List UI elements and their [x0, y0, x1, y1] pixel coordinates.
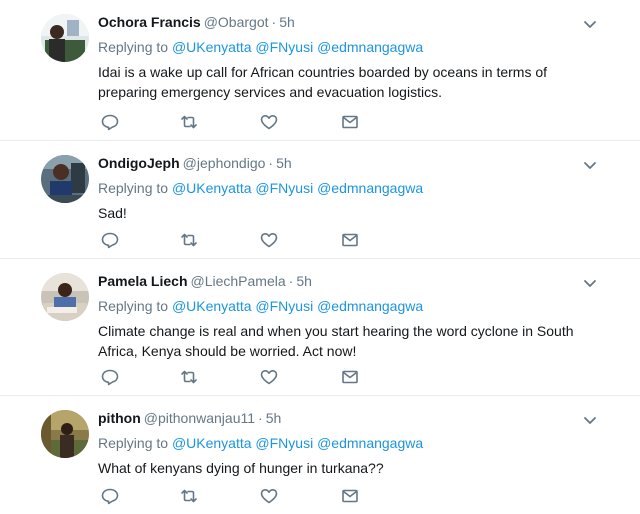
- tweet[interactable]: OndigoJeph @jephondigo · 5h Replying to @UK…: [0, 141, 640, 259]
- author-name[interactable]: pithon: [98, 410, 141, 426]
- reply-timeline: Ochora Francis @Obargot · 5h Replying to @U…: [0, 0, 640, 514]
- replying-to: Replying to @UKenyatta @FNyusi @edmnanga…: [98, 37, 640, 57]
- avatar[interactable]: [41, 14, 89, 62]
- timestamp[interactable]: 5h: [266, 410, 282, 426]
- avatar[interactable]: [41, 155, 89, 203]
- retweet-icon[interactable]: [179, 112, 199, 132]
- mention-link[interactable]: @edmnangagwa: [317, 180, 423, 196]
- author-handle[interactable]: @Obargot: [204, 14, 269, 30]
- direct-message-icon[interactable]: [340, 486, 360, 506]
- like-icon[interactable]: [259, 230, 279, 250]
- chevron-down-icon[interactable]: [582, 412, 598, 428]
- separator-dot: ·: [268, 155, 274, 171]
- separator-dot: ·: [288, 273, 294, 289]
- timestamp[interactable]: 5h: [296, 273, 312, 289]
- mention-link[interactable]: @UKenyatta: [172, 435, 252, 451]
- tweet-header: pithon @pithonwanjau11 · 5h: [98, 408, 640, 428]
- mention-link[interactable]: @UKenyatta: [172, 298, 252, 314]
- tweet-text: Idai is a wake up call for African count…: [98, 64, 548, 100]
- mention-link[interactable]: @FNyusi: [255, 298, 313, 314]
- chevron-down-icon[interactable]: [582, 275, 598, 291]
- like-icon[interactable]: [259, 112, 279, 132]
- timestamp[interactable]: 5h: [279, 14, 295, 30]
- avatar[interactable]: [41, 410, 89, 458]
- replying-label: Replying to: [98, 298, 169, 314]
- tweet[interactable]: pithon @pithonwanjau11 · 5h Replying to @UK…: [0, 396, 640, 514]
- mention-link[interactable]: @UKenyatta: [172, 180, 252, 196]
- tweet-text: Sad!: [98, 205, 127, 221]
- replying-to: Replying to @UKenyatta @FNyusi @edmnanga…: [98, 296, 640, 316]
- chevron-down-icon[interactable]: [582, 16, 598, 32]
- replying-label: Replying to: [98, 180, 169, 196]
- reply-icon[interactable]: [100, 112, 120, 132]
- mention-link[interactable]: @FNyusi: [255, 180, 313, 196]
- avatar[interactable]: [41, 273, 89, 321]
- mention-link[interactable]: @FNyusi: [255, 435, 313, 451]
- mention-link[interactable]: @UKenyatta: [172, 39, 252, 55]
- like-icon[interactable]: [259, 367, 279, 387]
- mention-link[interactable]: @edmnangagwa: [317, 39, 423, 55]
- retweet-icon[interactable]: [179, 367, 199, 387]
- replying-label: Replying to: [98, 435, 169, 451]
- separator-dot: ·: [271, 14, 277, 30]
- tweet-header: Pamela Liech @LiechPamela · 5h: [98, 271, 640, 291]
- reply-icon[interactable]: [100, 486, 120, 506]
- tweet-header: Ochora Francis @Obargot · 5h: [98, 12, 640, 32]
- replying-to: Replying to @UKenyatta @FNyusi @edmnanga…: [98, 433, 640, 453]
- mention-link[interactable]: @edmnangagwa: [317, 435, 423, 451]
- chevron-down-icon[interactable]: [582, 157, 598, 173]
- replying-to: Replying to @UKenyatta @FNyusi @edmnanga…: [98, 178, 640, 198]
- tweet[interactable]: Pamela Liech @LiechPamela · 5h Replying to …: [0, 259, 640, 396]
- author-handle[interactable]: @LiechPamela: [191, 273, 286, 289]
- retweet-icon[interactable]: [179, 230, 199, 250]
- direct-message-icon[interactable]: [340, 230, 360, 250]
- author-name[interactable]: OndigoJeph: [98, 155, 180, 171]
- author-handle[interactable]: @jephondigo: [183, 155, 266, 171]
- direct-message-icon[interactable]: [340, 367, 360, 387]
- author-name[interactable]: Ochora Francis: [98, 14, 201, 30]
- tweet-text: Climate change is real and when you star…: [98, 323, 574, 359]
- mention-link[interactable]: @edmnangagwa: [317, 298, 423, 314]
- reply-icon[interactable]: [100, 230, 120, 250]
- replying-label: Replying to: [98, 39, 169, 55]
- author-handle[interactable]: @pithonwanjau11: [144, 410, 255, 426]
- tweet[interactable]: Ochora Francis @Obargot · 5h Replying to @U…: [0, 0, 640, 141]
- mention-link[interactable]: @FNyusi: [255, 39, 313, 55]
- retweet-icon[interactable]: [179, 486, 199, 506]
- like-icon[interactable]: [259, 486, 279, 506]
- reply-icon[interactable]: [100, 367, 120, 387]
- direct-message-icon[interactable]: [340, 112, 360, 132]
- timestamp[interactable]: 5h: [276, 155, 292, 171]
- tweet-text: What of kenyans dying of hunger in turka…: [98, 460, 384, 476]
- tweet-header: OndigoJeph @jephondigo · 5h: [98, 153, 640, 173]
- separator-dot: ·: [258, 410, 263, 426]
- author-name[interactable]: Pamela Liech: [98, 273, 188, 289]
